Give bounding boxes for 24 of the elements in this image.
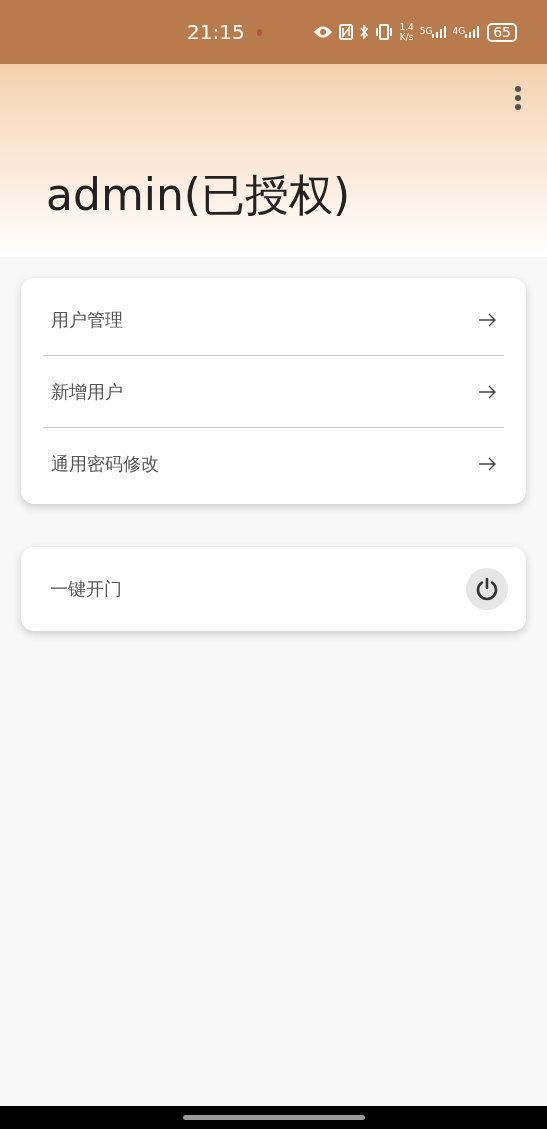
right-arrow-icon — [478, 312, 496, 327]
power-button[interactable] — [466, 568, 508, 610]
more-options-icon[interactable] — [514, 86, 522, 110]
bluetooth-icon — [359, 24, 370, 40]
menu-item[interactable]: 新增用户 — [43, 355, 504, 427]
speed-unit: K/s — [399, 32, 414, 42]
signal-icon — [432, 26, 447, 38]
power-icon — [475, 577, 499, 601]
menu-item[interactable]: 通用密码修改 — [43, 427, 504, 499]
network-type: 5G — [419, 26, 433, 36]
network-type: 4G — [452, 26, 466, 36]
vibrate-icon — [375, 24, 394, 40]
battery-level: 65 — [487, 22, 517, 42]
nfc-icon — [339, 24, 354, 40]
action-label: 一键开门 — [50, 577, 123, 601]
signal-icon — [465, 26, 480, 38]
page-title: admin(已授权) — [46, 168, 351, 222]
right-arrow-icon — [478, 384, 496, 399]
notification-dot-icon — [256, 28, 262, 36]
network-speed: 1.4 — [399, 22, 414, 32]
eye-icon — [313, 25, 334, 39]
right-arrow-icon — [478, 456, 496, 471]
menu-item[interactable]: 用户管理 — [43, 284, 504, 355]
clock: 21:15 — [187, 20, 245, 44]
